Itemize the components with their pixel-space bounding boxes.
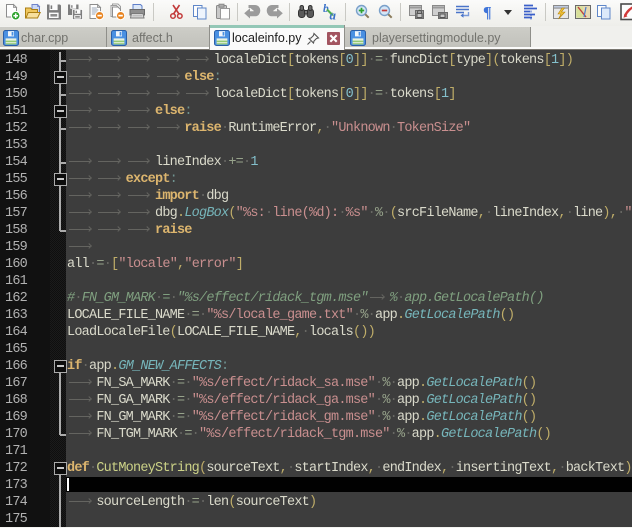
svg-text:¶: ¶: [483, 5, 492, 22]
svg-text:a: a: [329, 8, 336, 22]
svg-text:b: b: [323, 3, 329, 15]
